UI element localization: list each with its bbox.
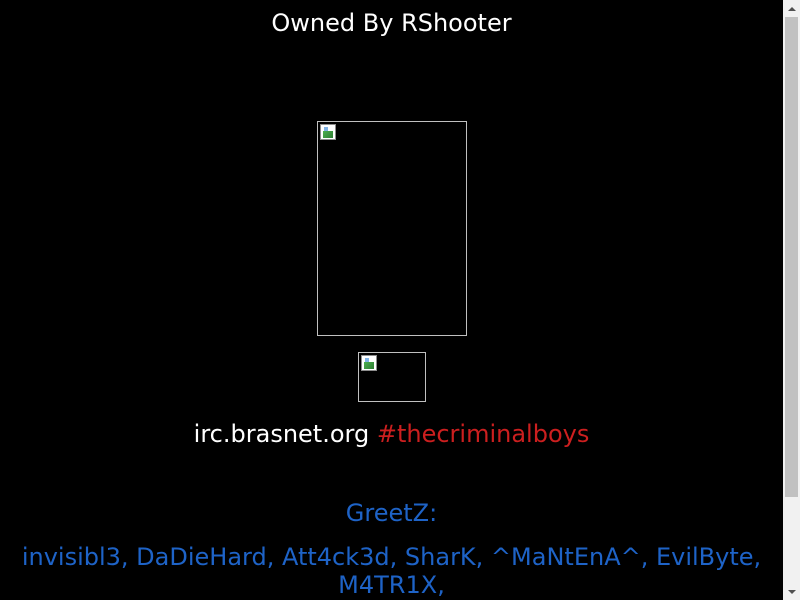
broken-image-icon — [361, 355, 377, 371]
broken-image-icon — [320, 124, 336, 140]
irc-channel-text: #thecriminalboys — [376, 420, 590, 448]
scroll-down-button[interactable] — [783, 583, 800, 600]
greetz-heading: GreetZ: — [345, 499, 438, 527]
web-page: Owned By RShooter irc.brasnet.org #thecr… — [0, 0, 783, 600]
page-title: Owned By RShooter — [271, 9, 512, 37]
scroll-up-button[interactable] — [783, 0, 800, 17]
greetz-names: invisibl3, DaDieHard, Att4ck3d, SharK, ^… — [21, 543, 762, 599]
irc-line: irc.brasnet.org #thecriminalboys — [0, 419, 783, 449]
irc-server-text: irc.brasnet.org — [193, 420, 370, 448]
main-image — [317, 121, 467, 336]
scroll-down-arrow-icon — [787, 589, 796, 594]
vertical-scrollbar[interactable] — [783, 0, 800, 600]
small-image — [358, 352, 426, 402]
scrollbar-thumb[interactable] — [785, 17, 798, 497]
scroll-up-arrow-icon — [787, 6, 796, 11]
